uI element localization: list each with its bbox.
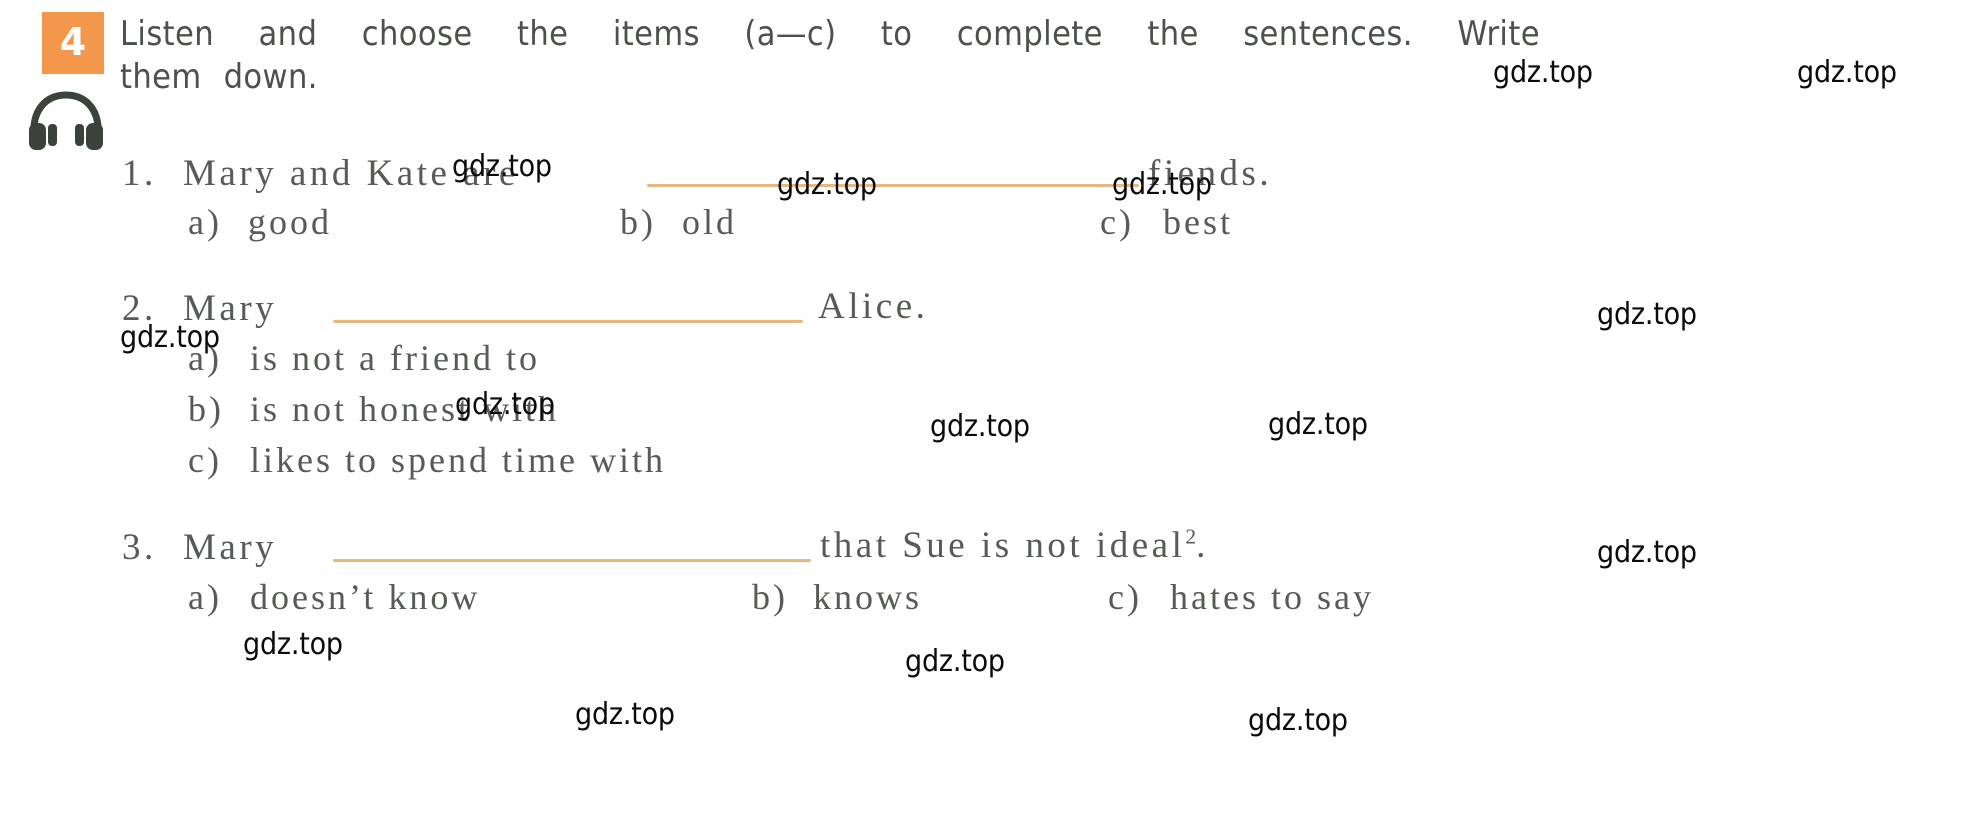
- question-3-option-b-text[interactable]: knows: [813, 576, 922, 618]
- instruction-word: Write: [1457, 14, 1540, 54]
- question-3-footnote-marker: 2: [1185, 524, 1197, 549]
- watermark: gdz.top: [1248, 703, 1348, 738]
- watermark: gdz.top: [1493, 55, 1593, 90]
- watermark: gdz.top: [905, 644, 1005, 679]
- question-3-option-b-label[interactable]: b): [752, 576, 788, 618]
- question-3-option-a-text[interactable]: doesn’t know: [250, 576, 480, 618]
- exercise-number-badge: 4: [42, 12, 104, 74]
- watermark: gdz.top: [1797, 55, 1897, 90]
- instruction-word: Listen: [120, 14, 215, 54]
- instruction-word: down.: [223, 57, 318, 98]
- watermark: gdz.top: [575, 697, 675, 732]
- question-3-number: 3.: [122, 527, 157, 568]
- instruction-word: sentences.: [1243, 14, 1413, 54]
- question-1-option-c-label[interactable]: c): [1100, 201, 1134, 243]
- instruction-line-2: them down.: [120, 57, 1540, 98]
- question-3-option-c-label[interactable]: c): [1108, 576, 1142, 618]
- question-3-stem-after-group: that Sue is not ideal2.: [820, 524, 1209, 567]
- watermark: gdz.top: [120, 320, 220, 355]
- instruction-word: them: [120, 57, 202, 98]
- question-3-answer-blank[interactable]: [333, 559, 811, 562]
- instruction-word: the: [517, 14, 569, 54]
- question-1-option-a-text[interactable]: good: [248, 201, 332, 243]
- question-2-option-c-text[interactable]: likes to spend time with: [250, 439, 666, 481]
- watermark: gdz.top: [1597, 535, 1697, 570]
- question-3-option-a-label[interactable]: a): [188, 576, 222, 618]
- question-1-option-c-text[interactable]: best: [1163, 201, 1233, 243]
- watermark: gdz.top: [243, 627, 343, 662]
- textbook-exercise-page: 4 Listen and choose the items (a—c) to c…: [0, 0, 1980, 817]
- instruction-word: to: [880, 14, 913, 54]
- instruction-word: choose: [361, 14, 473, 54]
- question-2-option-b-label[interactable]: b): [188, 388, 224, 430]
- watermark: gdz.top: [452, 149, 552, 184]
- instruction-word: complete: [956, 14, 1103, 54]
- watermark: gdz.top: [1112, 167, 1212, 202]
- question-1-answer-blank[interactable]: [647, 184, 1139, 187]
- question-2-option-c-label[interactable]: c): [188, 439, 222, 481]
- question-3-stem-after-tail: .: [1196, 525, 1209, 566]
- question-2-stem-after: Alice.: [818, 286, 929, 327]
- watermark: gdz.top: [777, 167, 877, 202]
- question-3-option-c-text[interactable]: hates to say: [1170, 576, 1374, 618]
- instruction-word: and: [258, 14, 318, 54]
- watermark: gdz.top: [1597, 297, 1697, 332]
- question-1-option-b-label[interactable]: b): [620, 201, 656, 243]
- question-3-stem-after: that Sue is not ideal: [820, 525, 1186, 566]
- exercise-number: 4: [59, 20, 87, 64]
- watermark: gdz.top: [455, 387, 555, 422]
- question-1-option-a-label[interactable]: a): [188, 201, 222, 243]
- instruction-word: the: [1147, 14, 1199, 54]
- instruction-word: items: [612, 14, 700, 54]
- instruction-word: (a—c): [744, 14, 837, 54]
- question-3-stem-before: Mary: [183, 527, 278, 568]
- watermark: gdz.top: [930, 409, 1030, 444]
- instruction-line-1: Listen and choose the items (a—c) to com…: [120, 14, 1540, 55]
- question-1-number: 1.: [122, 153, 157, 194]
- question-2-option-a-text[interactable]: is not a friend to: [250, 337, 540, 379]
- question-2-answer-blank[interactable]: [333, 320, 803, 323]
- headphones-icon: [26, 90, 106, 152]
- question-1-option-b-text[interactable]: old: [682, 201, 737, 243]
- watermark: gdz.top: [1268, 407, 1368, 442]
- instruction-text: Listen and choose the items (a—c) to com…: [120, 14, 1540, 99]
